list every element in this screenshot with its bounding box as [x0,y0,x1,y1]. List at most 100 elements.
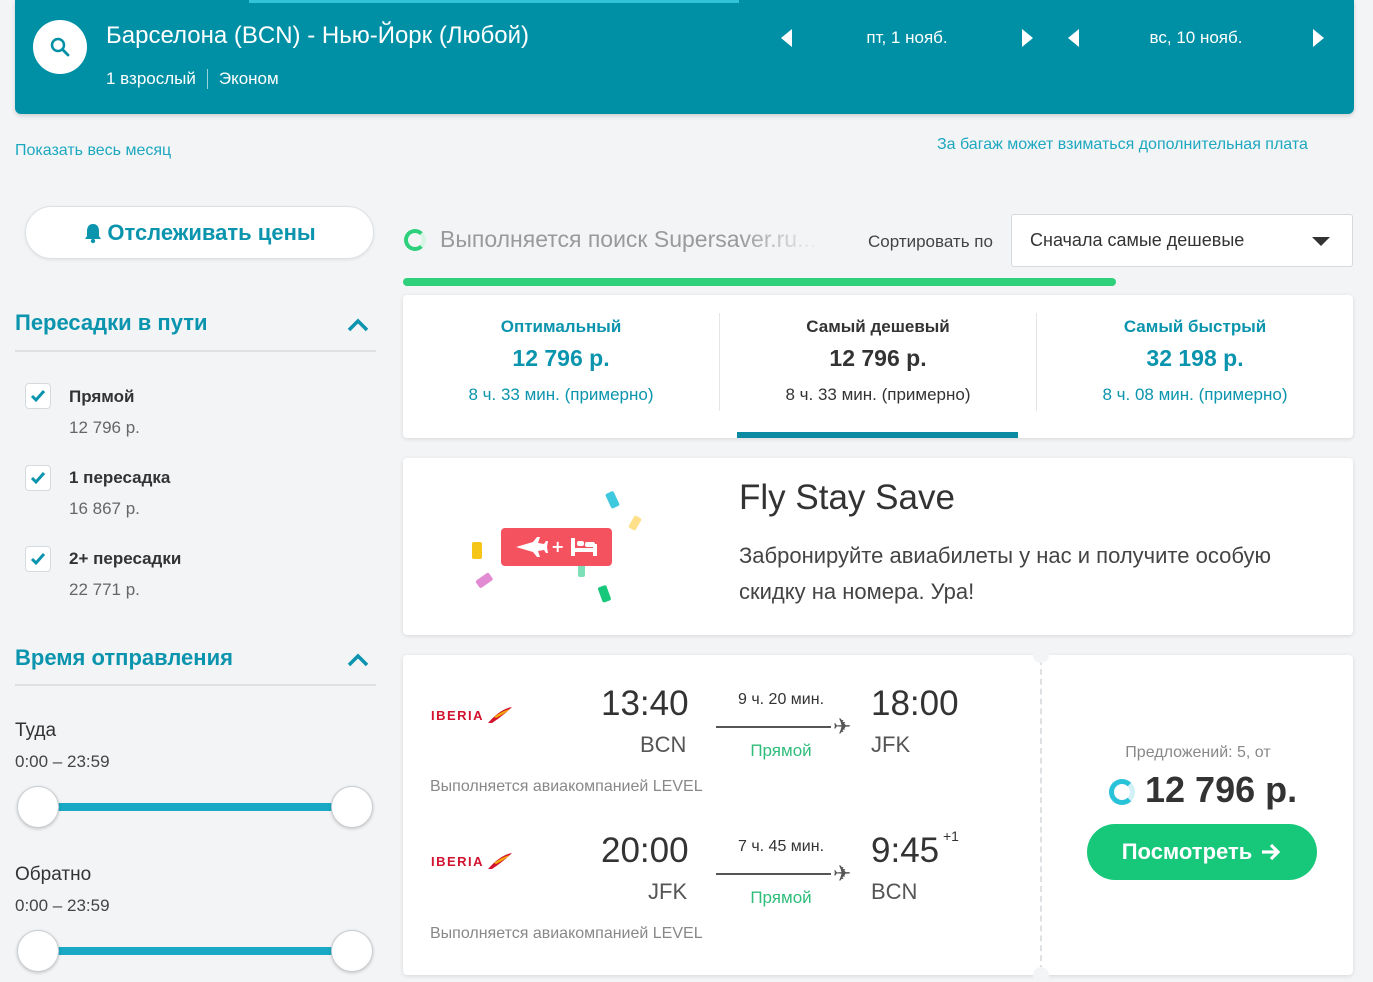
tab-price: 32 198 р. [1146,345,1244,371]
track-prices-button[interactable]: Отслеживать цены [25,206,374,259]
sort-label: Сортировать по [868,232,993,251]
sort-dropdown[interactable]: Сначала самые дешевые [1011,214,1353,267]
tab-fastest[interactable]: Самый быстрый 32 198 р. 8 ч. 08 мин. (пр… [1037,295,1353,438]
inbound-time-range: 0:00 – 23:59 [15,896,110,915]
departure-airport: JFK [648,879,688,904]
stops-filter-title[interactable]: Пересадки в пути [15,310,208,336]
view-deal-button[interactable]: Посмотреть [1087,824,1317,880]
iberia-wing-icon [488,853,513,869]
bell-icon [85,223,102,243]
sort-selected-value: Сначала самые дешевые [1030,230,1245,250]
stops-one-checkbox[interactable] [25,465,51,491]
inbound-time-slider[interactable] [38,947,352,955]
return-date[interactable]: вс, 10 нояб. [1079,28,1313,48]
outbound-slider-end-handle[interactable] [331,786,373,828]
depart-date-nav: пт, 1 нояб. [781,25,1033,51]
route-line [716,873,831,875]
stops-direct-checkbox[interactable] [25,383,51,409]
prev-depart-date-icon[interactable] [781,29,792,47]
stops-option-price: 12 796 р. [69,418,140,437]
fly-stay-save-banner[interactable]: + Fly Stay Save Забронируйте авиабилеты … [403,458,1353,635]
loading-spinner-icon [404,229,426,251]
ticket-notch [1033,647,1049,663]
divider [206,69,208,89]
arrow-right-icon [1262,843,1281,861]
traveler-summary[interactable]: 1 взрослый Эконом [106,69,279,89]
checkmark-icon [30,390,46,403]
search-header[interactable]: Барселона (BCN) - Нью-Йорк (Любой) 1 взр… [15,0,1354,114]
airline-name: IBERIA [431,853,485,869]
plane-icon: ✈ [833,714,852,739]
inbound-slider-end-handle[interactable] [331,930,373,972]
departure-airport: BCN [640,732,687,757]
checkmark-icon [30,553,46,566]
tab-price: 12 796 р. [512,345,610,371]
flight-duration: 9 ч. 20 мин. [737,691,825,708]
search-icon[interactable] [33,20,87,74]
stops-option-label[interactable]: 1 пересадка [69,468,170,488]
stops-option-price: 22 771 р. [69,580,140,599]
stops-option-label[interactable]: Прямой [69,387,135,407]
airline-logo: IBERIA [431,851,514,871]
view-deal-label: Посмотреть [1121,839,1253,864]
tab-cheapest[interactable]: Самый дешевый 12 796 р. 8 ч. 33 мин. (пр… [720,295,1036,438]
divider [1040,659,1042,971]
cabin-class: Эконом [218,69,279,88]
route-title[interactable]: Барселона (BCN) - Нью-Йорк (Любой) [106,22,529,50]
next-depart-date-icon[interactable] [1022,29,1033,47]
operated-by: Выполняется авиакомпанией LEVEL [430,925,703,942]
arrival-time: 18:00 [871,684,959,723]
outbound-time-slider[interactable] [38,803,352,811]
tab-duration: 8 ч. 08 мин. (примерно) [1102,385,1288,404]
show-month-link[interactable]: Показать весь месяц [15,142,171,160]
tab-label: Самый быстрый [1123,317,1267,336]
divider [15,684,376,686]
plane-icon: ✈ [833,861,852,886]
return-date-nav: вс, 10 нояб. [1068,25,1324,51]
outbound-slider-start-handle[interactable] [17,786,59,828]
stops-option-label[interactable]: 2+ пересадки [69,549,181,569]
flight-duration: 7 ч. 45 мин. [737,838,825,855]
result-price: 12 796 р. [1145,769,1298,810]
passenger-count: 1 взрослый [106,69,196,88]
chevron-up-icon[interactable] [347,318,369,332]
prev-return-date-icon[interactable] [1068,29,1079,47]
caret-down-icon [1312,237,1330,246]
arrival-airport: BCN [871,879,918,904]
baggage-fee-link[interactable]: За багаж может взиматься дополнительная … [937,136,1308,154]
airline-name: IBERIA [431,707,485,723]
stops-info: Прямой [750,741,812,760]
departure-time: 13:40 [601,684,689,723]
depart-date[interactable]: пт, 1 нояб. [792,28,1022,48]
track-prices-label: Отслеживать цены [107,219,316,245]
promo-text: Забронируйте авиабилеты у нас и получите… [739,543,1271,604]
ticket-notch [1033,967,1049,982]
outbound-time-range: 0:00 – 23:59 [15,752,110,771]
stops-two-plus-checkbox[interactable] [25,546,51,572]
promo-title: Fly Stay Save [739,478,955,517]
departure-time: 20:00 [601,831,689,870]
next-return-date-icon[interactable] [1313,29,1324,47]
tab-duration: 8 ч. 33 мин. (примерно) [468,385,654,404]
tab-optimal[interactable]: Оптимальный 12 796 р. 8 ч. 33 мин. (прим… [403,295,719,438]
loading-spinner-icon [1109,779,1135,805]
stops-info: Прямой [750,888,812,907]
inbound-slider-start-handle[interactable] [17,930,59,972]
status-fade [740,220,835,256]
day-offset: +1 [943,828,959,844]
tab-duration: 8 ч. 33 мин. (примерно) [785,385,971,404]
route-line [716,726,831,728]
chevron-up-icon[interactable] [347,653,369,667]
header-accent-line [249,0,739,3]
inbound-time-label: Обратно [15,864,92,885]
iberia-wing-icon [488,707,513,723]
airline-logo: IBERIA [431,705,514,725]
arrival-time: 9:45 [871,831,940,870]
checkmark-icon [30,472,46,485]
flight-result-card[interactable]: IBERIA 13:40 BCN 9 ч. 20 мин. ✈ Прямой 1… [403,647,1353,982]
flight-hotel-promo-icon: + [472,491,642,603]
departure-time-filter-title[interactable]: Время отправления [15,645,233,671]
outbound-time-label: Туда [15,720,57,741]
arrival-airport: JFK [871,732,911,757]
tab-label: Самый дешевый [806,317,950,336]
